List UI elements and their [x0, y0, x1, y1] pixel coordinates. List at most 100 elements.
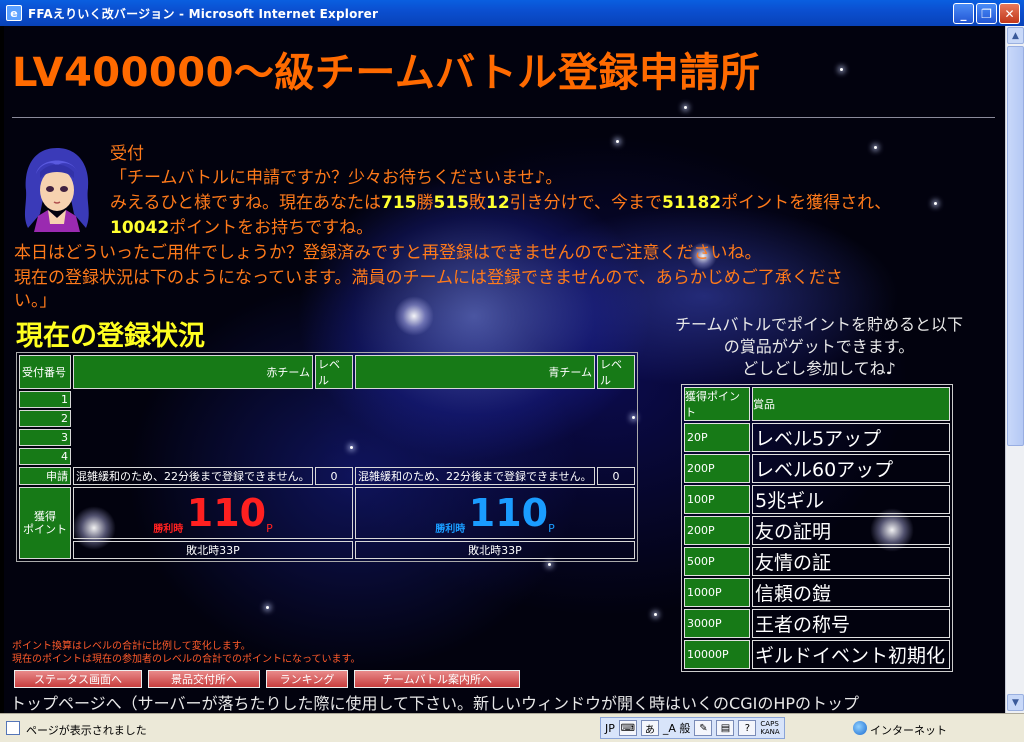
win-label: 勝利時	[153, 524, 184, 535]
note-line: ポイント換算はレベルの合計に比例して変化します。	[12, 641, 251, 652]
prize-header-points: 獲得ポイント	[684, 387, 750, 421]
star-decoration	[934, 202, 937, 205]
apply-label: 申請	[19, 467, 71, 485]
maximize-button[interactable]: ❐	[976, 3, 997, 24]
prize-item: 信頼の鎧	[752, 578, 950, 607]
window-title: FFAえりいく改バージョン - Microsoft Internet Explo…	[28, 6, 379, 21]
prize-points: 3000P	[684, 609, 750, 638]
blue-win-points: 110	[468, 491, 549, 535]
caps-label: CAPS	[760, 720, 779, 728]
window-titlebar[interactable]: e FFAえりいく改バージョン - Microsoft Internet Exp…	[0, 0, 1024, 26]
prize-header-item: 賞品	[752, 387, 950, 421]
minimize-button[interactable]: _	[953, 3, 974, 24]
status-screen-button[interactable]: ステータス画面へ	[14, 670, 142, 688]
help-icon[interactable]: ?	[738, 720, 757, 736]
lose-points-row: 敗北時33P 敗北時33P	[19, 541, 635, 559]
blue-team-note: 混雑緩和のため、22分後まで登録できません。	[355, 467, 595, 485]
red-win-points-cell: 勝利時 110P	[73, 487, 353, 539]
receptionist-avatar	[24, 148, 89, 232]
ie-icon: e	[6, 5, 22, 21]
prize-row: 20P レベル5アップ	[684, 423, 950, 452]
prize-row: 200P レベル60アップ	[684, 454, 950, 483]
vertical-scrollbar[interactable]: ▲ ▼	[1005, 26, 1024, 713]
earned-points-value: 51182	[661, 193, 722, 213]
status-text: ページが表示されました	[26, 724, 147, 737]
reception-line: い。」	[14, 291, 57, 311]
red-lose-points: 敗北時33P	[73, 541, 353, 559]
prize-header-row: 獲得ポイント 賞品	[684, 387, 950, 421]
prize-points: 500P	[684, 547, 750, 576]
prize-item: 5兆ギル	[752, 485, 950, 514]
star-decoration	[654, 613, 657, 616]
row-number: 1	[19, 391, 71, 408]
prize-intro: チームバトルでポイントを貯めると以下 の賞品がゲットできます。 どしどし参加して…	[644, 314, 994, 380]
notes: ポイント換算はレベルの合計に比例して変化します。 現在のポイントは現在の参加者の…	[12, 640, 361, 666]
keyboard-icon[interactable]: ⌨	[618, 720, 637, 736]
security-zone: インターネット	[870, 724, 947, 737]
reception-text: みえるひと様ですね。現在あなたは	[110, 193, 381, 213]
points-row: 獲得 ポイント 勝利時 110P 勝利時 110P	[19, 487, 635, 559]
team-battle-guide-button[interactable]: チームバトル案内所へ	[354, 670, 520, 688]
points-label: 獲得	[34, 510, 56, 523]
blue-win-points-cell: 勝利時 110P	[355, 487, 635, 539]
table-row: 4	[19, 448, 635, 465]
header-blue-team: 青チーム	[355, 355, 595, 389]
language-bar[interactable]: JP ⌨ あ _A 般 ✎ ▤ ? CAPS KANA	[600, 717, 785, 739]
held-points-value: 10042	[110, 218, 170, 238]
scroll-thumb[interactable]	[1007, 46, 1024, 446]
prize-item: 王者の称号	[752, 609, 950, 638]
page-viewport: LV400000～級チームバトル登録申請所 受付 「チームバトルに申請ですか？少…	[4, 26, 1005, 713]
star-decoration	[684, 106, 687, 109]
ime-mode[interactable]: _A 般	[663, 720, 691, 736]
prize-item: 友情の証	[752, 547, 950, 576]
scroll-down-icon[interactable]: ▼	[1007, 694, 1024, 711]
prize-exchange-button[interactable]: 景品交付所へ	[148, 670, 260, 688]
header-red-team: 赤チーム	[73, 355, 313, 389]
points-unit: P	[548, 522, 555, 535]
prize-item: レベル5アップ	[752, 423, 950, 452]
header-number: 受付番号	[19, 355, 71, 389]
red-team-note: 混雑緩和のため、22分後まで登録できません。	[73, 467, 313, 485]
prize-row: 10000P ギルドイベント初期化	[684, 640, 950, 669]
pad-icon[interactable]: ▤	[716, 720, 735, 736]
losses-unit: 敗	[468, 193, 486, 213]
star-decoration	[616, 140, 619, 143]
prize-intro-line: の賞品がゲットできます。	[723, 337, 915, 356]
points-label: ポイント	[23, 523, 67, 536]
star-decoration	[548, 563, 551, 566]
losses-value: 515	[433, 193, 469, 213]
scroll-up-icon[interactable]: ▲	[1007, 27, 1024, 44]
wins-unit: 勝	[416, 193, 434, 213]
registration-table: 受付番号 赤チーム レベル 青チーム レベル 1 2 3 4 申請 混雑緩和のた…	[16, 352, 638, 562]
prize-points: 200P	[684, 516, 750, 545]
note-line: 現在のポイントは現在の参加者のレベルの合計でのポイントになっています。	[12, 654, 361, 665]
table-header-row: 受付番号 赤チーム レベル 青チーム レベル	[19, 355, 635, 389]
empty-cell	[73, 391, 635, 408]
prize-row: 200P 友の証明	[684, 516, 950, 545]
tool-icon[interactable]: ✎	[694, 720, 713, 736]
prize-points: 20P	[684, 423, 750, 452]
reception-line: 「チームバトルに申請ですか？少々お待ちくださいませ♪。	[110, 168, 563, 188]
draws-value: 12	[485, 193, 510, 213]
points-label-cell: 獲得 ポイント	[19, 487, 71, 559]
language-indicator[interactable]: JP	[605, 722, 615, 735]
empty-cell	[73, 429, 635, 446]
ime-icon[interactable]: あ	[640, 720, 659, 736]
prize-row: 1000P 信頼の鎧	[684, 578, 950, 607]
row-number: 3	[19, 429, 71, 446]
table-row: 2	[19, 410, 635, 427]
ranking-button[interactable]: ランキング	[266, 670, 348, 688]
reception-record-line: みえるひと様ですね。現在あなたは715勝515敗12引き分けで、今まで51182…	[110, 191, 891, 215]
kana-label: KANA	[760, 728, 780, 736]
blue-lose-points: 敗北時33P	[355, 541, 635, 559]
row-number: 4	[19, 448, 71, 465]
reception-held-line: 10042ポイントをお持ちですね。	[110, 216, 373, 240]
prize-intro-line: チームバトルでポイントを貯めると以下	[674, 315, 963, 334]
prize-intro-line: どしどし参加してね♪	[742, 359, 896, 378]
prize-row: 3000P 王者の称号	[684, 609, 950, 638]
prize-item: レベル60アップ	[752, 454, 950, 483]
empty-cell	[73, 448, 635, 465]
reception-speaker: 受付	[110, 144, 144, 164]
close-button[interactable]: ✕	[999, 3, 1020, 24]
top-page-link[interactable]: トップページへ（サーバーが落ちたりした際に使用して下さい。新しいウィンドウが開く…	[10, 690, 859, 713]
